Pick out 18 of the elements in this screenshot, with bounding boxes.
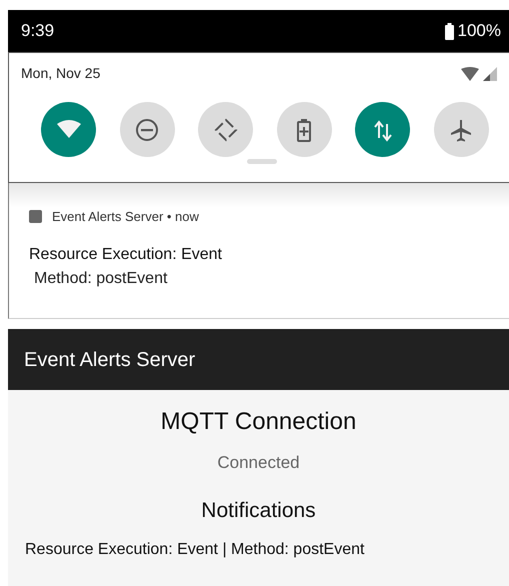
notification-card[interactable]: Event Alerts Server • now Resource Execution: Event Method: postEvent	[8, 183, 509, 319]
do-not-disturb-icon	[134, 118, 160, 142]
connection-status: Connected	[216, 452, 301, 474]
section-heading: MQTT Connection	[160, 407, 358, 437]
battery-percent: 100%	[458, 20, 501, 42]
battery-icon	[444, 22, 454, 40]
app-title: Event Alerts Server	[24, 348, 196, 372]
drag-handle[interactable]	[247, 159, 277, 164]
notification-header: Event Alerts Server • now	[52, 208, 199, 226]
rotate-icon	[212, 118, 239, 142]
section-heading: Notifications	[200, 498, 317, 524]
signal-icon	[461, 66, 497, 80]
notification-text: Method: postEvent	[34, 268, 168, 288]
date-text: Mon, Nov 25	[21, 64, 100, 83]
clock-time: 9:39	[21, 20, 54, 42]
app-icon	[29, 210, 42, 224]
notification-entry: Resource Execution: Event | Method: postEvent	[24, 540, 366, 560]
notification-title: Resource Execution: Event	[29, 244, 223, 264]
